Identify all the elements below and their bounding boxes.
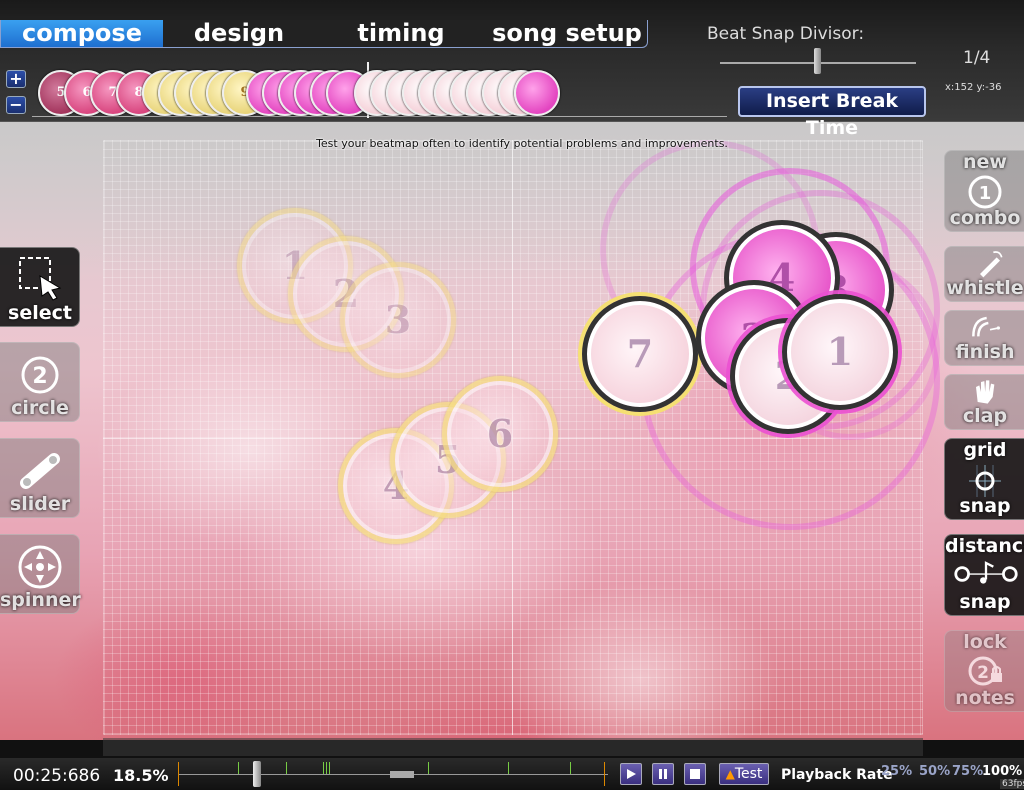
circle-icon: 2 — [21, 356, 59, 394]
toggle-clap[interactable]: clap — [944, 374, 1024, 430]
tool-slider[interactable]: slider — [0, 438, 80, 518]
toggle-finish[interactable]: finish — [944, 310, 1024, 366]
progress-marker — [570, 762, 571, 774]
timeline-zoom-in-button[interactable]: + — [6, 70, 26, 88]
mode-tabs: compose design timing song setup — [0, 20, 648, 48]
toggle-new-combo[interactable]: new 1 combo — [944, 150, 1024, 232]
playback-rate-75[interactable]: 75% — [952, 764, 983, 779]
progress-marker — [326, 762, 327, 774]
hit-circle[interactable]: 3 — [340, 262, 456, 378]
toggle-lock-notes[interactable]: lock 2 notes — [944, 630, 1024, 712]
tab-compose[interactable]: compose — [1, 20, 163, 47]
fps-counter: 63fps — [1000, 779, 1024, 789]
timeline-zoom-out-button[interactable]: − — [6, 96, 26, 114]
svg-text:2: 2 — [32, 364, 47, 389]
playback-rate-50[interactable]: 50% — [919, 764, 950, 779]
play-icon — [627, 769, 636, 779]
test-button-label: Test — [734, 766, 763, 782]
toggle-label-top: lock — [963, 631, 1007, 653]
toggle-label-top: grid — [963, 439, 1007, 461]
song-progress-percent: 18.5% — [113, 766, 169, 785]
insert-break-time-button[interactable]: Insert Break Time — [738, 86, 926, 139]
toggle-label-bottom: snap — [959, 495, 1011, 517]
distance-snap-icon — [954, 561, 1018, 584]
hit-circle[interactable]: 6 — [442, 376, 558, 492]
svg-text:1: 1 — [979, 183, 992, 204]
toggle-label-bottom: snap — [959, 591, 1011, 613]
toggle-label: clap — [962, 405, 1008, 427]
new-combo-icon: 1 — [968, 175, 1002, 209]
playback-rate-25[interactable]: 25% — [881, 764, 912, 779]
progress-marker — [508, 762, 509, 774]
hit-circle-number: 7 — [626, 331, 654, 376]
grid-snap-icon — [969, 465, 1001, 497]
progress-marker — [604, 762, 605, 786]
hit-circle-number: 1 — [826, 329, 854, 374]
tool-label: circle — [11, 397, 69, 419]
progress-marker — [178, 762, 179, 786]
hit-circle-current[interactable]: 7 — [582, 296, 698, 412]
progress-marker — [329, 762, 330, 774]
clap-icon — [976, 380, 995, 404]
play-button[interactable] — [620, 763, 642, 785]
lock-notes-icon: 2 — [968, 656, 1002, 686]
stop-button[interactable] — [684, 763, 706, 785]
tool-circle[interactable]: 2 circle — [0, 342, 80, 422]
hint-text: Test your beatmap often to identify pote… — [316, 137, 728, 150]
beat-snap-slider-handle[interactable] — [814, 48, 821, 74]
toggle-label: whistle — [946, 277, 1024, 299]
tool-label: select — [8, 302, 72, 324]
pause-icon — [659, 769, 667, 779]
hit-circle-upcoming[interactable]: 1 — [782, 294, 898, 410]
stop-icon — [690, 769, 700, 779]
toggle-label: finish — [955, 341, 1015, 363]
toggle-label-top: distance — [945, 535, 1024, 557]
timeline-note[interactable] — [514, 70, 560, 116]
playback-rate-100[interactable]: 100% — [982, 764, 1022, 779]
flame-icon: ▲ — [725, 767, 735, 781]
progress-visible-range — [390, 771, 414, 778]
test-button[interactable]: ▲Test — [719, 763, 769, 785]
pause-button[interactable] — [652, 763, 674, 785]
tool-label: spinner — [0, 589, 81, 611]
hit-circle-number: 6 — [486, 411, 514, 456]
tab-timing[interactable]: timing — [325, 20, 477, 47]
progress-marker — [323, 762, 324, 774]
current-time: 00:25:686 — [13, 766, 101, 786]
spinner-icon — [18, 545, 62, 589]
song-progress-bar[interactable] — [178, 760, 608, 788]
tool-spinner[interactable]: spinner — [0, 534, 81, 614]
tab-design[interactable]: design — [163, 20, 315, 47]
progress-marker — [286, 762, 287, 774]
timeline-baseline — [32, 116, 727, 117]
whistle-icon — [980, 251, 1003, 278]
toggle-distance-snap[interactable]: distance snap — [944, 534, 1024, 616]
progress-marker — [428, 762, 429, 774]
progress-handle[interactable] — [253, 761, 261, 787]
toggle-grid-snap[interactable]: grid snap — [944, 438, 1024, 520]
finish-icon — [972, 316, 1000, 337]
timeline[interactable]: 567819 — [32, 62, 734, 120]
tool-select[interactable]: select — [0, 247, 80, 327]
slider-icon — [20, 453, 60, 489]
playback-rate-label: Playback Rate — [781, 767, 893, 783]
toggle-label-bottom: combo — [949, 207, 1021, 229]
tab-song-setup[interactable]: song setup — [487, 20, 647, 47]
tool-label: slider — [9, 493, 71, 515]
toggle-whistle[interactable]: whistle — [944, 246, 1024, 302]
svg-text:2: 2 — [977, 663, 989, 683]
bottom-strip — [103, 738, 923, 756]
beat-snap-label: Beat Snap Divisor: — [707, 24, 865, 44]
hit-circle-number: 3 — [384, 297, 412, 342]
select-icon — [19, 257, 62, 301]
toggle-label-bottom: notes — [955, 687, 1015, 709]
beat-snap-value: 1/4 — [963, 48, 991, 68]
cursor-coordinates: x:152 y:-36 — [945, 82, 1002, 93]
progress-marker — [238, 762, 239, 774]
toggle-label-top: new — [963, 151, 1007, 173]
